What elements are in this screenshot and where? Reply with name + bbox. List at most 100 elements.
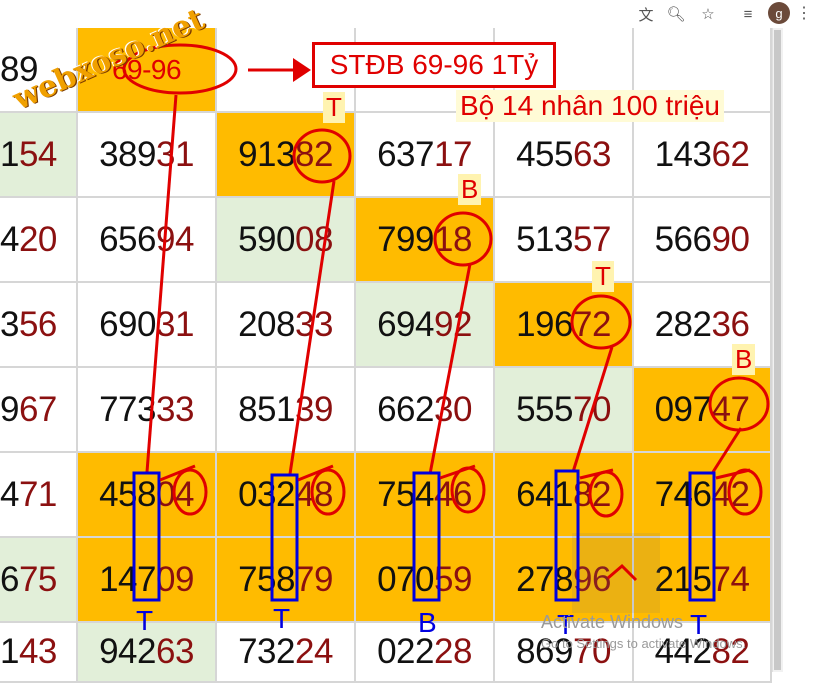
table-cell: 851 39: [217, 368, 356, 453]
bottom-label-1: T: [136, 605, 154, 636]
cell-head-digits: 942: [99, 632, 156, 671]
cell-tail-digits: 74: [711, 559, 750, 599]
cell-tail-digits: 92: [433, 304, 472, 344]
scrollbar-thumb[interactable]: [774, 30, 781, 670]
cell-tail-digits: 57: [572, 219, 611, 259]
cell-head-digits: 282: [654, 304, 712, 344]
cell-tail-digits: 42: [711, 474, 750, 514]
cell-head-digits: 208: [238, 304, 295, 344]
activate-windows-hint: Go to Settings to activate Windows.: [541, 636, 747, 651]
browser-toolbar: 文 🔍︎ ☆ ≡ g ⋮: [0, 0, 813, 28]
table-cell: 143 62: [634, 113, 772, 198]
bottom-label-2: T: [273, 603, 291, 634]
table-cell: 694 92: [356, 283, 495, 368]
cell-head-digits: 913: [238, 134, 295, 174]
cell-tail-digits: 63: [155, 632, 194, 671]
cell-head-digits: 070: [377, 559, 434, 599]
avatar[interactable]: g: [768, 2, 790, 24]
cell-tail-digits: 79: [294, 559, 333, 599]
cell-head-digits: 6: [0, 559, 19, 599]
cell-tail-digits: 43: [18, 632, 57, 671]
table-cell: 799 18: [356, 198, 495, 283]
cell-head-digits: 690: [99, 304, 156, 344]
table-cell: 662 30: [356, 368, 495, 453]
reading-list-icon[interactable]: ≡: [738, 4, 758, 24]
table-cell: 208 33: [217, 283, 356, 368]
cell-head-digits: 147: [99, 559, 156, 599]
table-cell: 641 82: [495, 453, 634, 538]
cell-head-digits: 143: [654, 134, 712, 174]
bo14-label: Bộ 14 nhân 100 triệu: [456, 90, 724, 122]
table-cell: 3 56: [0, 283, 78, 368]
cell-tail-digits: 04: [155, 474, 194, 514]
top-label-2: B: [458, 174, 482, 205]
star-icon[interactable]: ☆: [698, 4, 718, 24]
cell-head-digits: 1: [0, 134, 19, 174]
table-cell: 097 47: [634, 368, 772, 453]
cell-tail-digits: 31: [155, 304, 194, 344]
video-overlay: [572, 533, 660, 613]
cell-tail-digits: 33: [155, 389, 194, 429]
cell-tail-digits: 67: [18, 389, 57, 429]
cell-head-digits: 662: [377, 389, 434, 429]
cell-tail-digits: 59: [433, 559, 472, 599]
cell-head-digits: 513: [516, 219, 573, 259]
cell-head-digits: 773: [99, 389, 156, 429]
cell-tail-digits: 20: [18, 219, 57, 259]
cell-tail-digits: 75: [18, 559, 57, 599]
cell-head-digits: 032: [238, 474, 295, 514]
table-cell: 754 46: [356, 453, 495, 538]
cell-head-digits: 637: [377, 134, 434, 174]
cell-head-digits: 694: [377, 304, 434, 344]
cell-head-digits: 9: [0, 389, 19, 429]
table-cell: 4 20: [0, 198, 78, 283]
cell-tail-digits: 82: [572, 474, 611, 514]
cell-head-digits: 455: [516, 134, 573, 174]
bottom-label-3: B: [418, 607, 437, 638]
cell-head-digits: 278: [516, 559, 573, 599]
cell-tail-digits: 08: [294, 219, 333, 259]
cell-head-digits: 555: [516, 389, 573, 429]
stdb-box: STĐB 69-96 1Tỷ: [312, 42, 556, 88]
translate-icon[interactable]: 文: [636, 4, 656, 24]
cell-tail-digits: 90: [711, 219, 750, 259]
table-cell: 746 42: [634, 453, 772, 538]
cell-head-digits: 389: [99, 134, 156, 174]
cell-tail-digits: 48: [294, 474, 333, 514]
cell-tail-digits: 54: [18, 134, 57, 174]
cell-tail-digits: 70: [572, 389, 611, 429]
cell-head-digits: 746: [654, 474, 712, 514]
menu-icon[interactable]: ⋮: [796, 3, 812, 23]
cell-tail-digits: 18: [433, 219, 472, 259]
cell-head-digits: 097: [654, 389, 712, 429]
activate-windows-title: Activate Windows: [541, 612, 684, 632]
cell-head-digits: 215: [654, 559, 712, 599]
cell-tail-digits: 30: [433, 389, 472, 429]
cell-tail-digits: 82: [294, 134, 333, 174]
table-cell: 4 71: [0, 453, 78, 538]
zoom-icon[interactable]: 🔍︎: [666, 4, 686, 24]
table-cell: 773 33: [78, 368, 217, 453]
cell-tail-digits: 17: [433, 134, 472, 174]
cell-head-digits: 458: [99, 474, 156, 514]
cell-tail-digits: 31: [155, 134, 194, 174]
cell-head-digits: 851: [238, 389, 295, 429]
cell-head-digits: 1: [0, 632, 19, 671]
cell-head-digits: 758: [238, 559, 295, 599]
cell-head-digits: 566: [654, 219, 712, 259]
table-cell: 9 67: [0, 368, 78, 453]
table-cell: 656 94: [78, 198, 217, 283]
cell-head-digits: 732: [238, 632, 295, 671]
cell-head-digits: 590: [238, 219, 295, 259]
cell-head-digits: 4: [0, 219, 19, 259]
top-label-3: T: [592, 261, 614, 292]
cell-head-digits: 754: [377, 474, 434, 514]
table-cell: 1 43: [0, 623, 78, 683]
table-cell: 690 31: [78, 283, 217, 368]
cell-tail-digits: 39: [294, 389, 333, 429]
table-cell: 458 04: [78, 453, 217, 538]
table-cell: 389 31: [78, 113, 217, 198]
cell-tail-digits: 56: [18, 304, 57, 344]
cell-tail-digits: 71: [18, 474, 57, 514]
cell-head-digits: 656: [99, 219, 156, 259]
